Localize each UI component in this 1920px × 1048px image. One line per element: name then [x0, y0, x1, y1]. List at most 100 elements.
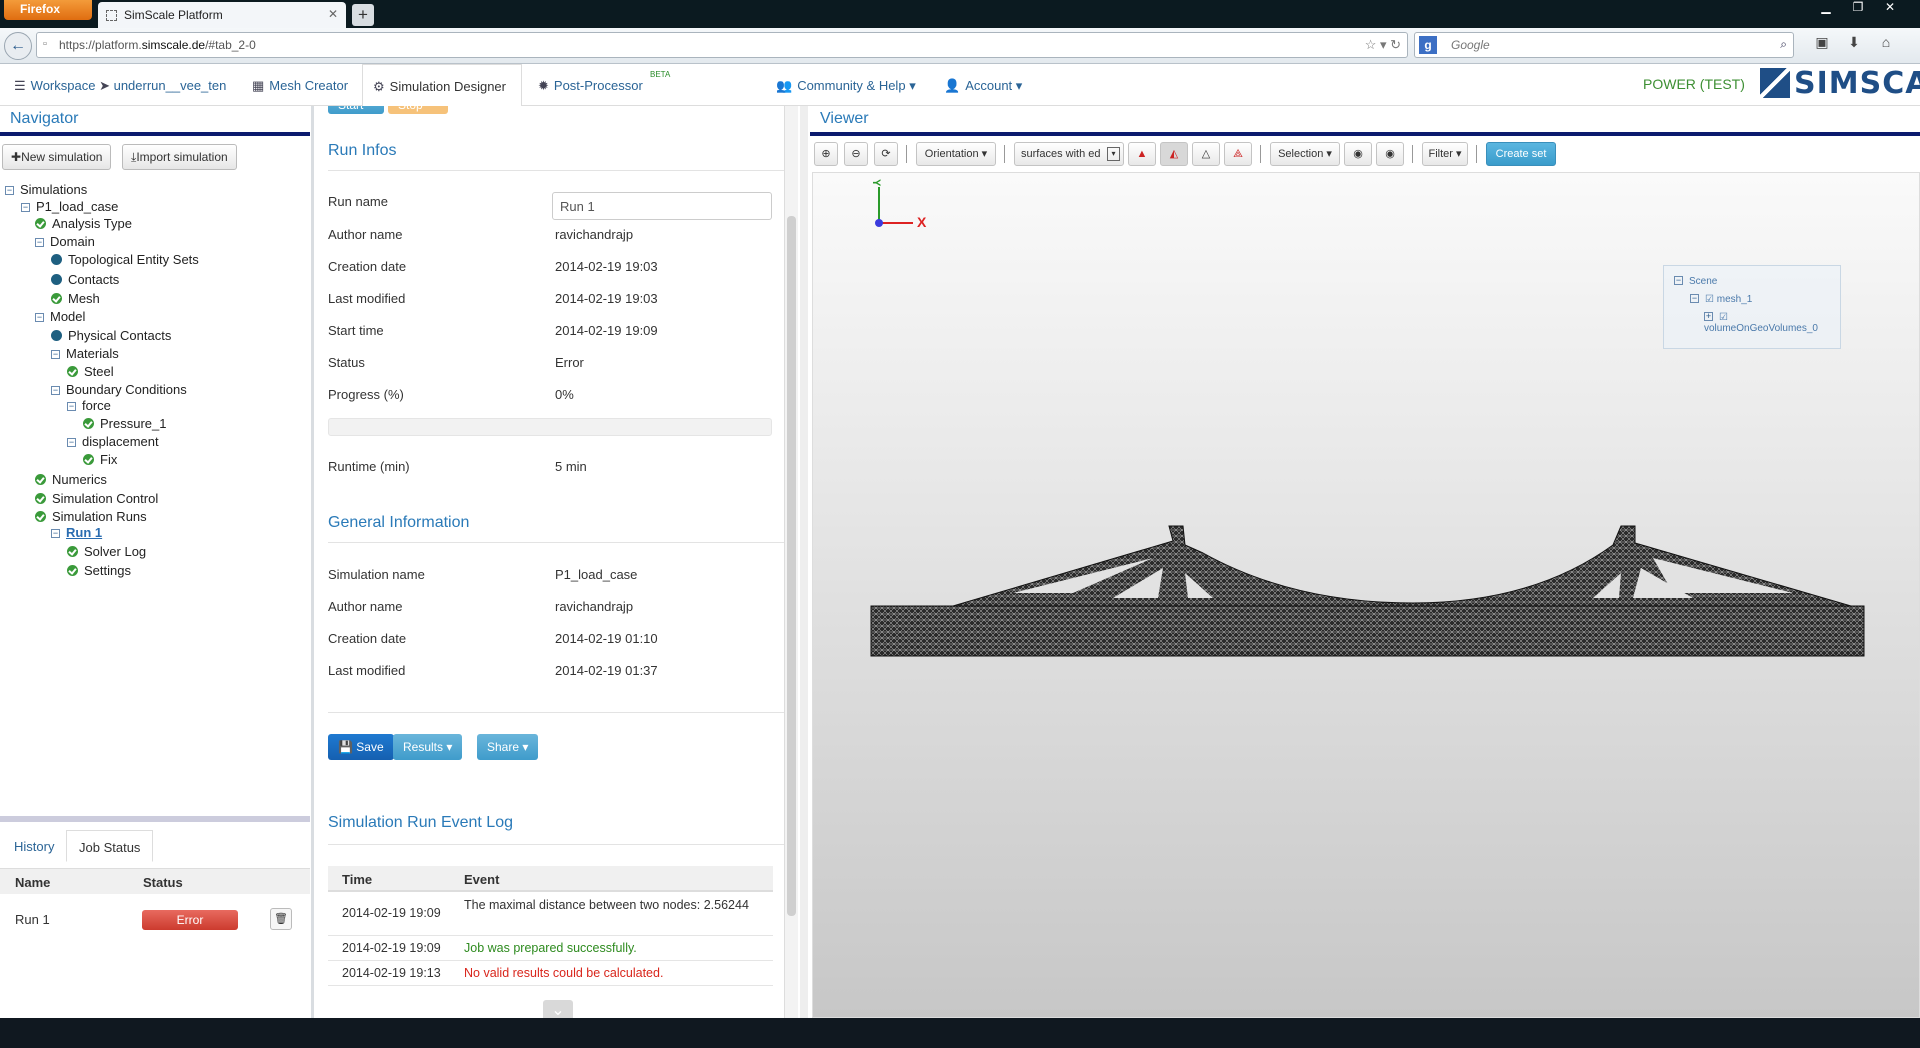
collapse-icon[interactable]: −	[67, 438, 76, 447]
browser-tab[interactable]: SimScale Platform ✕	[98, 2, 346, 28]
new-simulation-button[interactable]: ✚New simulation	[2, 144, 112, 170]
import-simulation-button[interactable]: ⤓Import simulation	[122, 144, 237, 170]
tree-physical-contacts[interactable]: Physical Contacts	[51, 328, 171, 343]
tree-simulation-runs[interactable]: Simulation Runs	[35, 509, 147, 524]
search-icon[interactable]: ⌕	[1780, 37, 1787, 52]
tree-run-1[interactable]: − Run 1	[51, 525, 102, 540]
checkbox-icon[interactable]: ☑	[1719, 312, 1728, 323]
tree-fix[interactable]: Fix	[83, 452, 117, 467]
tree-settings[interactable]: Settings	[67, 563, 131, 578]
tab-simulation-designer[interactable]: ⚙ Simulation Designer	[362, 64, 522, 107]
collapse-icon[interactable]: −	[5, 186, 14, 195]
import-simulation-label: Import simulation	[136, 150, 228, 164]
grid-icon: ▦	[252, 78, 265, 93]
tree-mesh[interactable]: Mesh	[51, 291, 100, 306]
run-name-input[interactable]: Run 1	[552, 192, 772, 220]
hide-eye-icon[interactable]: ◉	[1344, 142, 1372, 166]
show-eye-icon[interactable]: ◉	[1376, 142, 1404, 166]
tree-contacts[interactable]: Contacts	[51, 272, 119, 287]
expand-icon[interactable]: +	[1704, 312, 1713, 321]
tree-boundary-conditions[interactable]: − Boundary Conditions	[51, 382, 187, 397]
new-tab-button[interactable]: +	[352, 4, 374, 26]
collapse-icon[interactable]: −	[67, 402, 76, 411]
minimize-icon[interactable]: ▁	[1810, 0, 1842, 14]
collapse-icon[interactable]: −	[35, 238, 44, 247]
3d-viewport[interactable]: X Y − Scene − ☑ mesh_1 + ☑ volumeOnGeoVolum…	[812, 172, 1920, 1018]
tree-force[interactable]: − force	[67, 398, 111, 413]
scene-volume[interactable]: + ☑ volumeOnGeoVolumes_0	[1704, 312, 1840, 334]
refresh-icon[interactable]: ⟳	[874, 142, 898, 166]
stop-button[interactable]: Stop	[388, 106, 448, 114]
firefox-menu-button[interactable]: Firefox	[4, 0, 92, 20]
download-icon[interactable]: ⬇	[1838, 34, 1870, 51]
tree-numerics[interactable]: Numerics	[35, 472, 107, 487]
tab-job-status[interactable]: Job Status	[66, 830, 154, 862]
divider	[328, 844, 788, 845]
account-menu[interactable]: 👤 Account ▾	[934, 64, 1032, 106]
tab-post-processor[interactable]: ✹ Post-Processor BETA	[528, 64, 670, 106]
tab-mesh-creator[interactable]: ▦ Mesh Creator	[242, 64, 358, 106]
scene-tree: − Scene − ☑ mesh_1 + ☑ volumeOnGeoVolumes_0	[1663, 265, 1841, 349]
filter-dropdown[interactable]: Filter ▾	[1422, 142, 1468, 166]
middle-splitter[interactable]	[800, 106, 808, 1018]
account-label: Account	[965, 78, 1013, 93]
start-button[interactable]: Start	[328, 106, 384, 114]
bookmark-star-icon[interactable]: ☆ ▾ ↻	[1365, 37, 1401, 53]
share-button[interactable]: Share ▾	[477, 734, 539, 760]
tree-domain[interactable]: − Domain	[35, 234, 95, 249]
collapse-icon[interactable]: −	[51, 529, 60, 538]
orientation-dropdown[interactable]: Orientation ▾	[916, 142, 996, 166]
surface-edges-mode-icon[interactable]: ◭	[1160, 142, 1188, 166]
close-tab-icon[interactable]: ✕	[328, 7, 338, 21]
job-row-name[interactable]: Run 1	[15, 912, 50, 927]
tree-topological-entity-sets[interactable]: Topological Entity Sets	[51, 252, 199, 267]
zoom-out-icon[interactable]: ⊖	[844, 142, 868, 166]
scene-mesh[interactable]: − ☑ mesh_1	[1690, 294, 1752, 305]
tree-materials[interactable]: − Materials	[51, 346, 119, 361]
back-arrow-icon[interactable]: ←	[4, 32, 32, 60]
scrollbar[interactable]	[784, 106, 798, 1018]
google-icon[interactable]: g	[1419, 36, 1437, 54]
points-mode-icon[interactable]: ⟁	[1224, 142, 1252, 166]
trash-icon[interactable]: 🗑	[270, 908, 292, 930]
scrollbar-thumb[interactable]	[787, 216, 796, 916]
tree-solver-log[interactable]: Solver Log	[67, 544, 146, 559]
tab-workspace[interactable]: ☰ Workspace ➤ underrun__vee_ten	[4, 64, 236, 106]
render-mode-select[interactable]: surfaces with ed ▾	[1014, 142, 1124, 166]
collapse-icon[interactable]: −	[51, 350, 60, 359]
collapse-icon[interactable]: −	[1690, 294, 1699, 303]
tree-simulations[interactable]: − Simulations	[5, 182, 87, 197]
collapse-icon[interactable]: −	[35, 313, 44, 322]
selection-dropdown[interactable]: Selection ▾	[1270, 142, 1340, 166]
tree-analysis-type[interactable]: Analysis Type	[35, 216, 132, 231]
home-icon[interactable]: ⌂	[1870, 34, 1902, 50]
create-set-button[interactable]: Create set	[1486, 142, 1556, 166]
restore-icon[interactable]: ❐	[1842, 0, 1874, 14]
zoom-in-icon[interactable]: ⊕	[814, 142, 838, 166]
simscale-logo[interactable]: SIMSCALE	[1760, 66, 1920, 101]
community-help-menu[interactable]: 👥 Community & Help ▾	[766, 64, 926, 106]
surface-mode-icon[interactable]: ▲	[1128, 142, 1156, 166]
tree-pressure-1[interactable]: Pressure_1	[83, 416, 166, 431]
url-bar[interactable]: ▫ https://platform.simscale.de/#tab_2-0 …	[36, 32, 1408, 58]
wireframe-mode-icon[interactable]: △	[1192, 142, 1220, 166]
checkbox-icon[interactable]: ☑	[1705, 294, 1717, 305]
collapse-icon[interactable]: −	[1674, 276, 1683, 285]
bookmarks-icon[interactable]: ▣	[1806, 34, 1838, 51]
left-splitter[interactable]	[311, 106, 314, 1018]
scene-root[interactable]: − Scene	[1674, 276, 1717, 287]
chevron-down-icon[interactable]: ⌄	[543, 1000, 573, 1018]
tree-displacement[interactable]: − displacement	[67, 434, 159, 449]
tree-steel[interactable]: Steel	[67, 364, 114, 379]
results-button[interactable]: Results ▾	[393, 734, 463, 760]
tab-history[interactable]: History	[2, 830, 66, 862]
collapse-icon[interactable]: −	[21, 203, 30, 212]
tree-simulation-control[interactable]: Simulation Control	[35, 491, 158, 506]
close-window-icon[interactable]: ✕	[1874, 0, 1906, 14]
save-button[interactable]: 💾 Save	[328, 734, 394, 760]
divider	[328, 542, 788, 543]
search-field[interactable]: g Google ⌕	[1414, 32, 1794, 58]
collapse-icon[interactable]: −	[51, 386, 60, 395]
tree-model[interactable]: − Model	[35, 309, 85, 324]
tree-p1-load-case[interactable]: − P1_load_case	[21, 199, 118, 214]
